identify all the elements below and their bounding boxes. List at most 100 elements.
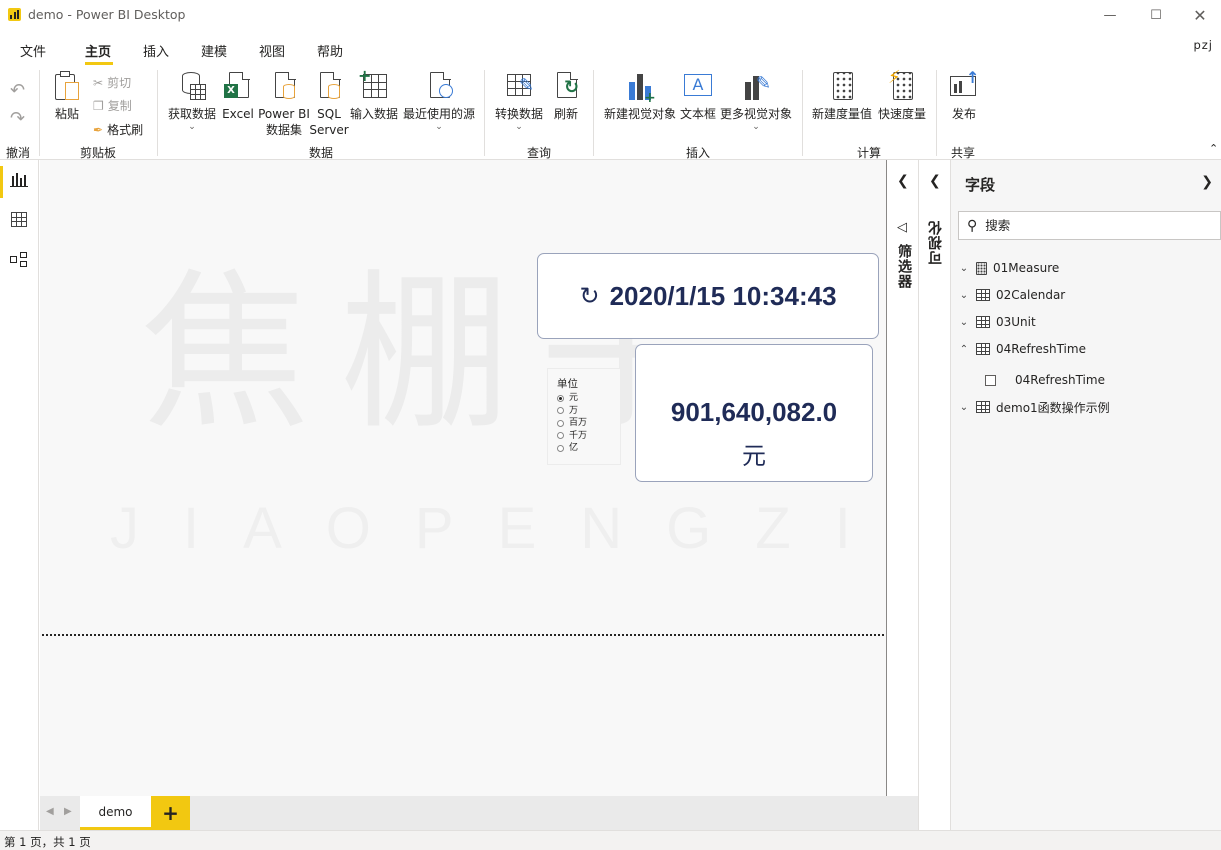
powerbi-label-line1: Power BI [258,107,310,121]
cut-button[interactable]: ✂ 剪切 [93,74,131,91]
report-view-icon[interactable] [10,172,28,188]
slicer-option[interactable]: 千万 [557,430,620,443]
excel-button[interactable]: X Excel [222,70,254,122]
radio[interactable] [557,419,564,427]
undo-icon[interactable]: ↶ [10,80,25,101]
enter-data-button[interactable]: + 输入数据 [348,68,400,122]
slicer-option-label: 万 [569,405,579,416]
new-measure-button[interactable]: 新建度量值 [810,70,874,122]
field-table-row[interactable]: ⌄ demo1函数操作示例 [958,396,1110,418]
expand-chevron-icon[interactable]: ⌄ [958,263,970,274]
text-box-button[interactable]: A 文本框 [679,70,717,122]
publish-button[interactable]: ↑ 发布 [946,70,982,122]
paste-label: 粘贴 [54,107,79,121]
page-tab-demo[interactable]: demo [80,796,151,830]
window-title: demo - Power BI Desktop [28,7,186,22]
sql-server-icon [313,70,345,104]
table-icon [976,316,990,328]
data-view-icon[interactable] [10,212,28,228]
user-name[interactable]: pzj [1193,38,1213,52]
expand-filters-chevron-icon[interactable]: ❮ [897,173,909,189]
get-data-button[interactable]: 获取数据 ⌄ [167,70,217,132]
field-table-row[interactable]: ⌄ 02Calendar [958,284,1065,306]
tab-home[interactable]: 主页 [85,41,111,60]
slicer-option[interactable]: 百万 [557,417,620,430]
field-table-row[interactable]: ⌄ 01Measure [958,257,1059,279]
ribbon-separator [593,70,594,156]
slicer-option[interactable]: 万 [557,405,620,418]
powerbi-logo-icon [8,8,21,21]
field-table-row[interactable]: ⌄ 03Unit [958,311,1036,333]
radio[interactable] [557,444,564,452]
paste-button[interactable]: 粘贴 [50,70,84,122]
quick-measure-button[interactable]: ⚡ 快速度量 [876,69,928,122]
tab-help[interactable]: 帮助 [317,41,343,60]
redo-icon[interactable]: ↷ [10,108,25,129]
field-checkbox[interactable] [985,374,996,386]
query-group-label: 查询 [527,146,552,160]
field-column-name: 04RefreshTime [1015,373,1105,387]
sql-server-button[interactable]: SQL Server [309,70,349,138]
radio[interactable] [557,432,564,440]
expand-viz-chevron-icon[interactable]: ❮ [929,173,941,189]
chevron-down-icon: ⌄ [435,122,443,132]
prev-page-icon[interactable]: ◀ [46,806,54,817]
unit-slicer[interactable]: 单位 元 万 百万 千万 亿 [547,368,621,465]
copy-label: 复制 [107,99,132,113]
search-input[interactable] [985,218,1186,233]
copy-button[interactable]: ❐ 复制 [93,97,132,114]
brush-icon: ✒ [93,122,104,137]
filters-label[interactable]: 筛选器 [894,244,914,289]
slicer-option-label: 百万 [569,418,588,428]
value-unit: 元 [742,442,766,470]
more-visuals-button[interactable]: ✎ 更多视觉对象 ⌄ [718,70,794,133]
tab-insert[interactable]: 插入 [143,41,169,60]
field-table-row[interactable]: ⌃ 04RefreshTime [958,338,1086,360]
slicer-option[interactable]: 元 [557,392,620,405]
database-icon [176,70,208,104]
refresh-time-card[interactable]: ↻ 2020/1/15 10:34:43 [537,253,879,339]
format-painter-button[interactable]: ✒ 格式刷 [93,121,143,138]
clipboard-icon [51,70,83,104]
excel-icon: X [222,70,254,104]
publish-label: 发布 [951,107,976,121]
field-column-row[interactable]: 04RefreshTime [985,369,1105,391]
ribbon-separator [936,70,937,156]
expand-chevron-icon[interactable]: ⌄ [958,290,970,301]
recent-sources-button[interactable]: 最近使用的源 ⌄ [401,70,477,132]
page-boundary-line [42,634,884,636]
sql-label-line1: SQL [317,107,341,121]
slicer-option[interactable]: 亿 [557,442,620,455]
collapse-ribbon-icon[interactable]: ⌃ [1209,142,1218,155]
collapse-chevron-icon[interactable]: ⌃ [958,344,970,355]
value-card[interactable]: 901,640,082.0 元 [635,344,873,482]
radio[interactable] [557,407,564,415]
transform-data-label: 转换数据 [494,107,543,121]
collapse-fields-chevron-icon[interactable]: ❯ [1201,174,1213,190]
next-page-icon[interactable]: ▶ [64,806,72,817]
fields-pane: 字段 ❯ ⚲ ⌄ 01Measure ⌄ 02Calendar ⌄ 03Unit… [950,160,1221,830]
tab-view[interactable]: 视图 [259,41,285,60]
new-visual-button[interactable]: + 新建视觉对象 [602,70,678,122]
text-box-icon: A [682,70,714,104]
visualizations-label[interactable]: 可视化 [926,220,946,265]
model-view-icon[interactable] [10,252,28,268]
add-page-button[interactable]: + [151,796,190,830]
field-table-name: 01Measure [993,261,1060,275]
transform-data-button[interactable]: ✎ 转换数据 ⌄ [493,70,545,132]
powerbi-dataset-button[interactable]: Power BI 数据集 [258,70,310,138]
maximize-button[interactable]: ☐ [1133,0,1179,30]
watermark-en: JIAOPENGZI [110,496,895,561]
refresh-button[interactable]: ↻ 刷新 [550,70,582,122]
close-button[interactable]: ✕ [1177,0,1221,30]
tab-modeling[interactable]: 建模 [201,41,227,60]
minimize-button[interactable]: — [1087,0,1133,30]
tab-file[interactable]: 文件 [20,41,46,60]
expand-chevron-icon[interactable]: ⌄ [958,317,970,328]
fields-search[interactable]: ⚲ [958,211,1221,240]
expand-chevron-icon[interactable]: ⌄ [958,402,970,413]
ribbon-separator [157,70,158,156]
radio-selected[interactable] [557,394,564,402]
recent-sources-icon [423,70,455,104]
report-canvas[interactable]: 焦棚子 JIAOPENGZI ↻ 2020/1/15 10:34:43 单位 元… [40,160,886,796]
